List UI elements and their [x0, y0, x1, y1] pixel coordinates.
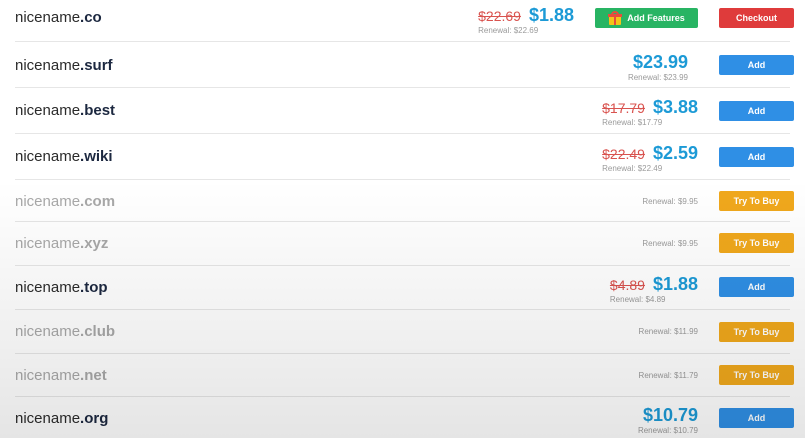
domain-name: nicename.xyz: [15, 235, 109, 252]
try-to-buy-button[interactable]: Try To Buy: [719, 365, 794, 385]
try-to-buy-button[interactable]: Try To Buy: [719, 233, 794, 253]
add-features-button[interactable]: Add Features: [595, 8, 698, 28]
renewal-price: Renewal: $11.99: [638, 327, 698, 336]
renewal-price: Renewal: $4.89: [609, 295, 666, 304]
sale-price: $1.88: [652, 274, 698, 294]
price-block: $17.79 $3.88 Renewal: $17.79: [602, 97, 698, 127]
old-price: $17.79: [602, 100, 645, 116]
domain-row-best: nicename.best $17.79 $3.88 Renewal: $17.…: [0, 88, 805, 134]
add-button[interactable]: Add: [719, 408, 794, 428]
price-block: $10.79 Renewal: $10.79: [638, 405, 698, 435]
domain-name: nicename.best: [15, 102, 116, 119]
sale-price: $2.59: [652, 143, 698, 163]
domain-row-wiki: nicename.wiki $22.49 $2.59 Renewal: $22.…: [0, 134, 805, 180]
domain-row-club: nicename.club Renewal: $11.99 Try To Buy: [0, 310, 805, 354]
domain-row-net: nicename.net Renewal: $11.79 Try To Buy: [0, 354, 805, 397]
renewal-price: Renewal: $22.69: [478, 26, 539, 35]
add-button[interactable]: Add: [719, 147, 794, 167]
domain-row-surf: nicename.surf $23.99 Renewal: $23.99 Add: [0, 42, 805, 88]
price-block: $4.89 $1.88 Renewal: $4.89: [610, 274, 698, 304]
domain-row-com: nicename.com Renewal: $9.95 Try To Buy: [0, 180, 805, 222]
old-price: $22.69: [478, 8, 521, 24]
sale-price: $10.79: [642, 405, 698, 425]
renewal-price: Renewal: $9.95: [642, 239, 698, 248]
domain-name: nicename.wiki: [15, 148, 113, 165]
domain-name: nicename.com: [15, 193, 116, 210]
old-price: $22.49: [602, 146, 645, 162]
domain-name: nicename.surf: [15, 57, 113, 74]
sale-price: $3.88: [652, 97, 698, 117]
gift-icon: [608, 11, 623, 25]
try-to-buy-button[interactable]: Try To Buy: [719, 191, 794, 211]
add-button[interactable]: Add: [719, 277, 794, 297]
price-block: $23.99 Renewal: $23.99: [628, 52, 688, 82]
price-block: $22.69 $1.88 Renewal: $22.69: [478, 5, 574, 35]
price-block: $22.49 $2.59 Renewal: $22.49: [602, 143, 698, 173]
add-button[interactable]: Add: [719, 55, 794, 75]
checkout-button[interactable]: Checkout: [719, 8, 794, 28]
renewal-price: Renewal: $9.95: [642, 197, 698, 206]
domain-row-xyz: nicename.xyz Renewal: $9.95 Try To Buy: [0, 222, 805, 266]
sale-price: $23.99: [632, 52, 688, 72]
add-button[interactable]: Add: [719, 101, 794, 121]
renewal-price: Renewal: $11.79: [638, 371, 698, 380]
domain-name: nicename.co: [15, 9, 102, 26]
domain-row-org: nicename.org $10.79 Renewal: $10.79 Add: [0, 397, 805, 438]
domain-name: nicename.club: [15, 323, 116, 340]
domain-name: nicename.net: [15, 367, 107, 384]
sale-price: $1.88: [528, 5, 574, 25]
try-to-buy-button[interactable]: Try To Buy: [719, 322, 794, 342]
renewal-price: Renewal: $23.99: [627, 73, 688, 82]
domain-name: nicename.top: [15, 279, 108, 296]
domain-row-co: nicename.co $22.69 $1.88 Renewal: $22.69…: [0, 0, 805, 42]
renewal-price: Renewal: $17.79: [602, 118, 663, 127]
domain-name: nicename.org: [15, 410, 109, 427]
renewal-price: Renewal: $22.49: [602, 164, 663, 173]
old-price: $4.89: [609, 277, 645, 293]
renewal-price: Renewal: $10.79: [637, 426, 698, 435]
domain-row-top: nicename.top $4.89 $1.88 Renewal: $4.89 …: [0, 266, 805, 310]
